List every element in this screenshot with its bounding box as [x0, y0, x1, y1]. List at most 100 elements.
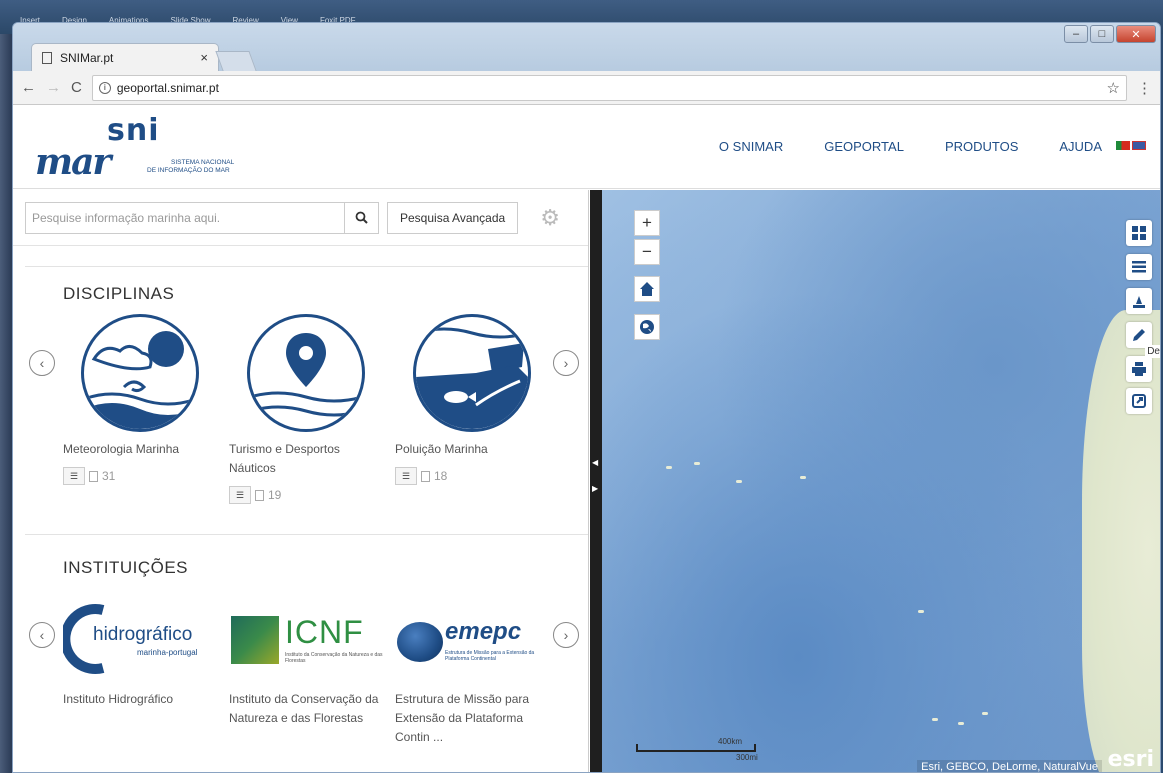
home-icon	[640, 282, 654, 296]
bookmark-star-icon[interactable]: ☆	[1107, 79, 1120, 97]
discipline-card-turismo[interactable]: Turismo e Desportos Náuticos ☰ 19	[229, 314, 389, 504]
browser-window: SNIMar.pt × – □ ✕ ← → C i geoportal.snim…	[12, 22, 1161, 773]
search-button[interactable]	[344, 202, 378, 233]
instituicoes-next-button[interactable]: ›	[553, 622, 579, 648]
address-bar[interactable]: i geoportal.snimar.pt ☆	[91, 74, 1127, 101]
card-label: Instituto da Conservação da Natureza e d…	[229, 692, 379, 725]
logo-tagline-line: SISTEMA NACIONAL	[171, 159, 235, 166]
logo-text: ICNF	[285, 614, 364, 650]
logo-text: emepc	[445, 618, 522, 645]
pencil-icon	[1133, 329, 1145, 341]
window-controls: – □ ✕	[1064, 25, 1156, 43]
catalog-panel: Pesquisa Avançada ⚙ DISCIPLINAS ‹ › M	[13, 190, 589, 772]
back-button[interactable]: ←	[21, 79, 36, 96]
nav-ajuda[interactable]: AJUDA	[1059, 139, 1102, 154]
tab-close-button[interactable]: ×	[200, 50, 208, 65]
scale-label-mi: 300mi	[736, 753, 758, 762]
search-input[interactable]	[26, 202, 344, 233]
location-pin-icon	[247, 314, 365, 432]
globe-icon	[640, 320, 654, 334]
search-icon	[355, 211, 368, 224]
locate-button[interactable]	[634, 314, 660, 340]
discipline-card-poluicao[interactable]: Poluição Marinha ☰ 18	[395, 314, 555, 485]
institution-card-icnf[interactable]: ICNF Instituto da Conservação da Naturez…	[229, 602, 389, 728]
portuguese-flag-icon[interactable]	[1116, 141, 1130, 150]
card-label: Estrutura de Missão para Extensão da Pla…	[395, 692, 530, 744]
panel-splitter[interactable]: ◀ ▶	[590, 190, 602, 772]
scale-label-km: 400km	[718, 737, 743, 746]
map-attribution: Esri, GEBCO, DeLorme, NaturalVue	[917, 760, 1102, 772]
nav-o-snimar[interactable]: O SNIMAR	[719, 139, 783, 154]
nav-geoportal[interactable]: GEOPORTAL	[824, 139, 904, 154]
browser-menu-button[interactable]: ⋮	[1137, 79, 1152, 97]
esri-logo: esri	[1107, 747, 1154, 772]
list-icon[interactable]: ☰	[395, 467, 417, 485]
url-text: geoportal.snimar.pt	[116, 80, 219, 95]
layer-list-button[interactable]	[1126, 254, 1152, 280]
logo-sni-text: sni	[107, 113, 160, 148]
logo-text: hidrográfico	[93, 624, 193, 645]
share-button[interactable]	[1126, 388, 1152, 414]
card-count: 31	[102, 469, 116, 483]
measure-icon	[1133, 296, 1145, 308]
disciplinas-title: DISCIPLINAS	[63, 284, 175, 303]
expand-right-icon[interactable]: ▶	[592, 484, 598, 493]
card-count: 18	[434, 469, 448, 483]
logo-subtext: Estrutura de Missão para a Extensão da P…	[445, 650, 535, 662]
list-icon[interactable]: ☰	[63, 467, 85, 485]
info-icon[interactable]: i	[98, 81, 111, 94]
share-icon	[1132, 394, 1146, 408]
nav-produtos[interactable]: PRODUTOS	[945, 139, 1018, 154]
logo-subtext: Instituto da Conservação da Natureza e d…	[285, 652, 383, 664]
home-button[interactable]	[634, 276, 660, 302]
snimar-logo[interactable]: sni mar SISTEMA NACIONAL DE INFORMAÇÃO D…	[35, 113, 255, 183]
disciplinas-next-button[interactable]: ›	[553, 350, 579, 376]
list-icon	[1132, 261, 1146, 273]
institution-card-hidrografico[interactable]: hidrográfico marinha-portugal Instituto …	[60, 602, 223, 709]
icnf-logo: ICNF Instituto da Conservação da Naturez…	[229, 602, 389, 676]
basemap-gallery-button[interactable]	[1126, 220, 1152, 246]
logo-tagline-line: DE INFORMAÇÃO DO MAR	[147, 167, 230, 174]
divider	[25, 534, 588, 535]
institution-card-emepc[interactable]: emepc Estrutura de Missão para a Extensã…	[395, 602, 555, 747]
island	[958, 722, 964, 725]
discipline-card-meteorologia[interactable]: Meteorologia Marinha ☰ 31	[63, 314, 223, 485]
maximize-button[interactable]: □	[1090, 25, 1114, 43]
card-counts: ☰ 18	[395, 467, 555, 485]
card-label: Meteorologia Marinha	[63, 442, 180, 456]
list-icon[interactable]: ☰	[229, 486, 251, 504]
divider	[25, 266, 588, 267]
disciplinas-prev-button[interactable]: ‹	[29, 350, 55, 376]
advanced-search-button[interactable]: Pesquisa Avançada	[387, 201, 519, 234]
island	[932, 718, 938, 721]
document-icon	[255, 489, 264, 501]
document-icon	[89, 470, 98, 482]
grid-icon	[1132, 226, 1146, 240]
measure-button[interactable]	[1126, 288, 1152, 314]
browser-tab[interactable]: SNIMar.pt ×	[31, 43, 219, 71]
site-header: sni mar SISTEMA NACIONAL DE INFORMAÇÃO D…	[13, 105, 1160, 189]
zoom-in-button[interactable]: +	[634, 210, 660, 236]
title-bar: SNIMar.pt × – □ ✕	[13, 23, 1160, 71]
island	[982, 712, 988, 715]
main-nav: O SNIMAR GEOPORTAL PRODUTOS AJUDA	[719, 139, 1102, 154]
new-tab-button[interactable]	[215, 51, 257, 71]
minimize-button[interactable]: –	[1064, 25, 1088, 43]
logo-mar-text: mar	[35, 141, 111, 183]
english-flag-icon[interactable]	[1132, 141, 1146, 150]
gear-icon[interactable]: ⚙	[540, 205, 560, 231]
card-count: 19	[268, 488, 282, 502]
print-button[interactable]	[1126, 356, 1152, 382]
map-view[interactable]: + − De 400km 300mi Esri, GEBCO, DeLorme,…	[602, 190, 1160, 772]
logo-subtext: marinha-portugal	[137, 648, 198, 657]
instituicoes-prev-button[interactable]: ‹	[29, 622, 55, 648]
close-window-button[interactable]: ✕	[1116, 25, 1156, 43]
forward-button[interactable]: →	[46, 79, 61, 96]
tab-title: SNIMar.pt	[60, 50, 114, 65]
zoom-out-button[interactable]: −	[634, 239, 660, 265]
reload-button[interactable]: C	[71, 79, 82, 96]
web-page: sni mar SISTEMA NACIONAL DE INFORMAÇÃO D…	[13, 105, 1160, 772]
card-label: Poluição Marinha	[395, 442, 488, 456]
collapse-left-icon[interactable]: ◀	[592, 458, 598, 467]
island	[666, 466, 672, 469]
